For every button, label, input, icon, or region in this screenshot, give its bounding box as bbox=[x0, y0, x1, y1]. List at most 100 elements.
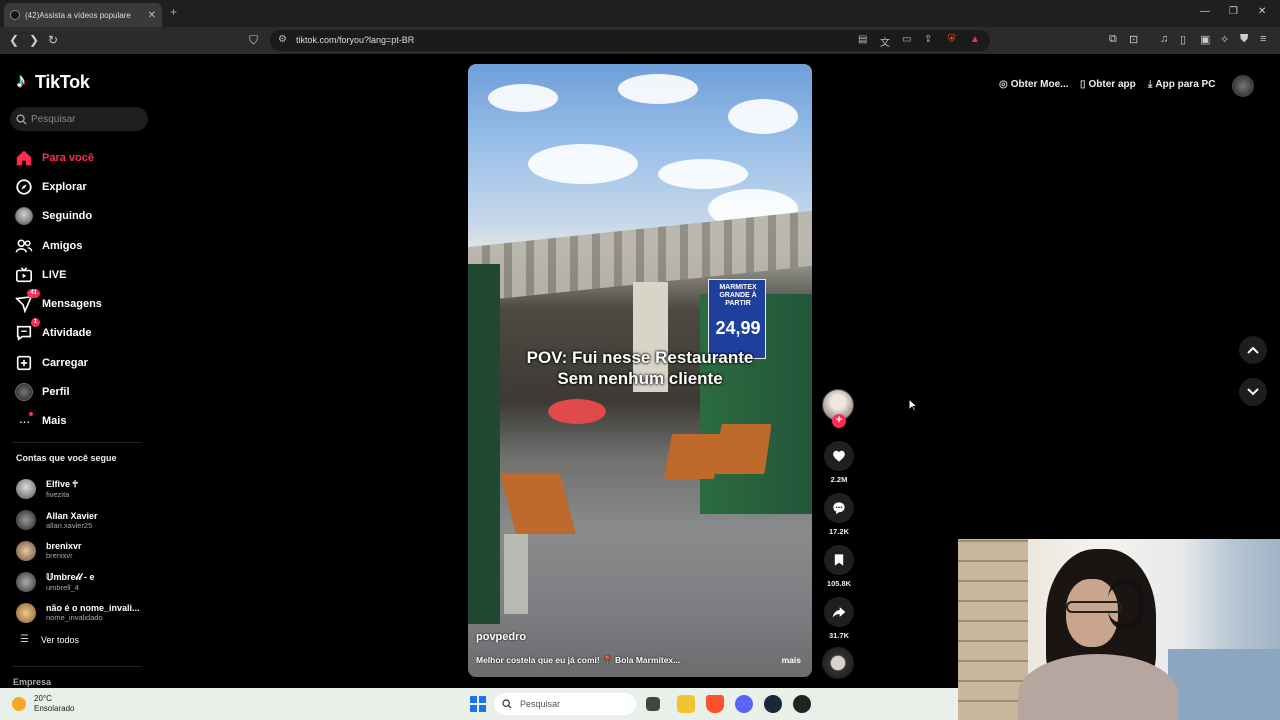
forward-icon[interactable]: ❯ bbox=[29, 33, 39, 47]
pc-app-link[interactable]: ⤓ App para PC bbox=[1148, 79, 1215, 90]
nav-profile[interactable]: Perfil bbox=[14, 377, 102, 406]
get-app-link[interactable]: ▯ Obter app bbox=[1080, 79, 1136, 90]
more-button[interactable]: mais bbox=[782, 655, 801, 665]
save-button[interactable]: 105.8K bbox=[822, 545, 856, 588]
nav-friends[interactable]: Amigos bbox=[14, 231, 102, 260]
following-account[interactable]: 𝕌mbre𝓁𝓁 - e umbrell_4 bbox=[16, 566, 140, 597]
music-disc-icon[interactable] bbox=[822, 647, 854, 679]
see-all-link[interactable]: ☰ Ver todos bbox=[20, 634, 79, 645]
task-view-icon[interactable] bbox=[646, 697, 660, 711]
video-username[interactable]: povpedro bbox=[476, 631, 526, 643]
sign-text: MARMITEX GRANDE À PARTIR bbox=[719, 284, 757, 307]
share-button[interactable]: 31.7K bbox=[822, 597, 856, 640]
home-icon bbox=[14, 148, 34, 168]
brave-browser-icon[interactable] bbox=[706, 695, 724, 713]
like-count: 2.2M bbox=[830, 475, 848, 484]
menu-icon[interactable]: ≡ bbox=[1260, 33, 1266, 45]
see-all-label: Ver todos bbox=[40, 634, 79, 645]
leo-ai-icon[interactable]: ✧ bbox=[1220, 33, 1229, 46]
get-coins-link[interactable]: ◎ Obter Moe... bbox=[999, 79, 1069, 90]
company-link[interactable]: Empresa bbox=[13, 677, 51, 687]
weather-widget[interactable]: 20°C Ensolarado bbox=[12, 694, 74, 714]
cast-icon[interactable]: ▭ bbox=[902, 34, 911, 45]
nav-live[interactable]: LIVE bbox=[14, 260, 102, 289]
following-account[interactable]: não é o nome_invali... nome_invalidado bbox=[16, 597, 140, 628]
comment-icon bbox=[833, 502, 845, 515]
brave-rewards-icon[interactable]: ▲ bbox=[970, 34, 980, 45]
avatar bbox=[16, 540, 36, 561]
brave-shield-icon[interactable]: ⛨ bbox=[948, 34, 956, 45]
vpn-icon[interactable]: ⛊ bbox=[1240, 33, 1248, 46]
window-close-icon[interactable]: ✕ bbox=[1258, 6, 1266, 17]
nav-messages[interactable]: 41 Mensagens bbox=[14, 289, 102, 318]
nav-for-you[interactable]: Para você bbox=[14, 143, 102, 172]
nav-activity[interactable]: 1 Atividade bbox=[14, 318, 102, 348]
screenshot-icon[interactable]: ⊡ bbox=[1129, 33, 1138, 46]
file-explorer-icon[interactable] bbox=[677, 695, 695, 713]
minimize-icon[interactable]: — bbox=[1200, 6, 1210, 17]
video-scene bbox=[714, 424, 772, 474]
tiktok-logo[interactable]: TikTok bbox=[16, 70, 90, 93]
following-account[interactable]: Elfive 🕆 fivezita bbox=[16, 474, 140, 505]
extensions-icon[interactable]: ⧉ bbox=[1109, 33, 1117, 46]
maximize-icon[interactable]: ❐ bbox=[1229, 6, 1238, 17]
sign-price: 24,99 bbox=[715, 318, 761, 338]
site-settings-icon[interactable]: ⚙ bbox=[278, 34, 287, 45]
nav-upload[interactable]: Carregar bbox=[14, 348, 102, 377]
pc-app-label: App para PC bbox=[1155, 79, 1216, 90]
obs-icon[interactable] bbox=[793, 695, 811, 713]
browser-tab[interactable]: (42)Assista a vídeos populare ✕ bbox=[4, 3, 162, 27]
avatar bbox=[16, 510, 36, 531]
taskbar-search[interactable]: Pesquisar bbox=[494, 693, 636, 715]
share-count: 31.7K bbox=[828, 631, 849, 640]
url-text: tiktok.com/foryou?lang=pt-BR bbox=[296, 35, 415, 45]
close-tab-icon[interactable]: ✕ bbox=[148, 10, 156, 21]
new-tab-icon[interactable]: + bbox=[170, 5, 177, 19]
tiktok-favicon-icon bbox=[10, 10, 20, 20]
weather-temp: 20°C bbox=[34, 694, 52, 703]
webcam-overlay bbox=[958, 539, 1280, 720]
reload-icon[interactable]: ↻ bbox=[48, 33, 58, 47]
steam-icon[interactable] bbox=[764, 695, 782, 713]
discord-icon[interactable] bbox=[735, 695, 753, 713]
search-input[interactable] bbox=[31, 113, 141, 125]
back-icon[interactable]: ❮ bbox=[9, 33, 19, 47]
nav-label: Atividade bbox=[42, 327, 92, 340]
sidebar-divider bbox=[12, 666, 142, 667]
share-arrow-icon bbox=[832, 607, 846, 618]
following-account[interactable]: brenixvr brenixvr bbox=[16, 536, 140, 567]
video-player[interactable]: MARMITEX GRANDE À PARTIR 24,99 POV: Fui … bbox=[468, 64, 812, 677]
address-bar[interactable]: ⚙ tiktok.com/foryou?lang=pt-BR ▤ 文 ▭ ⇪ ⛨… bbox=[270, 30, 990, 51]
reader-icon[interactable]: ▤ bbox=[858, 34, 867, 45]
like-button[interactable]: 2.2M bbox=[822, 441, 856, 484]
account-name: Elfive 🕆 bbox=[46, 479, 78, 490]
follow-plus-icon[interactable]: + bbox=[832, 414, 846, 428]
nav-more[interactable]: ··· Mais bbox=[14, 407, 102, 436]
profile-avatar[interactable] bbox=[1232, 75, 1254, 97]
get-app-label: Obter app bbox=[1088, 79, 1136, 90]
nav-following[interactable]: Seguindo bbox=[14, 202, 102, 231]
search-box[interactable] bbox=[10, 107, 148, 131]
previous-video-button[interactable] bbox=[1239, 336, 1267, 364]
nav-label: Perfil bbox=[42, 386, 70, 399]
search-icon bbox=[16, 113, 27, 125]
translate-icon[interactable]: 文 bbox=[880, 34, 890, 49]
bookmark-icon[interactable]: ⛉ bbox=[249, 33, 258, 48]
share-icon[interactable]: ⇪ bbox=[924, 34, 932, 45]
music-icon[interactable]: ♫ bbox=[1160, 33, 1168, 45]
following-account[interactable]: Allan Xavier allan.xavier25 bbox=[16, 505, 140, 536]
account-username: fivezita bbox=[46, 490, 70, 500]
nav-explore[interactable]: Explorar bbox=[14, 172, 102, 201]
comment-button[interactable]: 17.2K bbox=[822, 493, 856, 536]
sidebar-icon[interactable]: ▯ bbox=[1180, 33, 1186, 46]
wallet-icon[interactable]: ▣ bbox=[1200, 33, 1210, 46]
next-video-button[interactable] bbox=[1239, 378, 1267, 406]
nav-label: Seguindo bbox=[42, 210, 93, 223]
windows-start-icon[interactable] bbox=[470, 696, 486, 712]
weather-condition: Ensolarado bbox=[34, 704, 75, 713]
heart-icon bbox=[833, 450, 845, 462]
sun-icon bbox=[12, 697, 26, 711]
account-username: nome_invalidado bbox=[46, 613, 103, 623]
avatar bbox=[16, 602, 36, 623]
video-caption: POV: Fui nesse Restaurante Sem nenhum cl… bbox=[468, 347, 812, 389]
